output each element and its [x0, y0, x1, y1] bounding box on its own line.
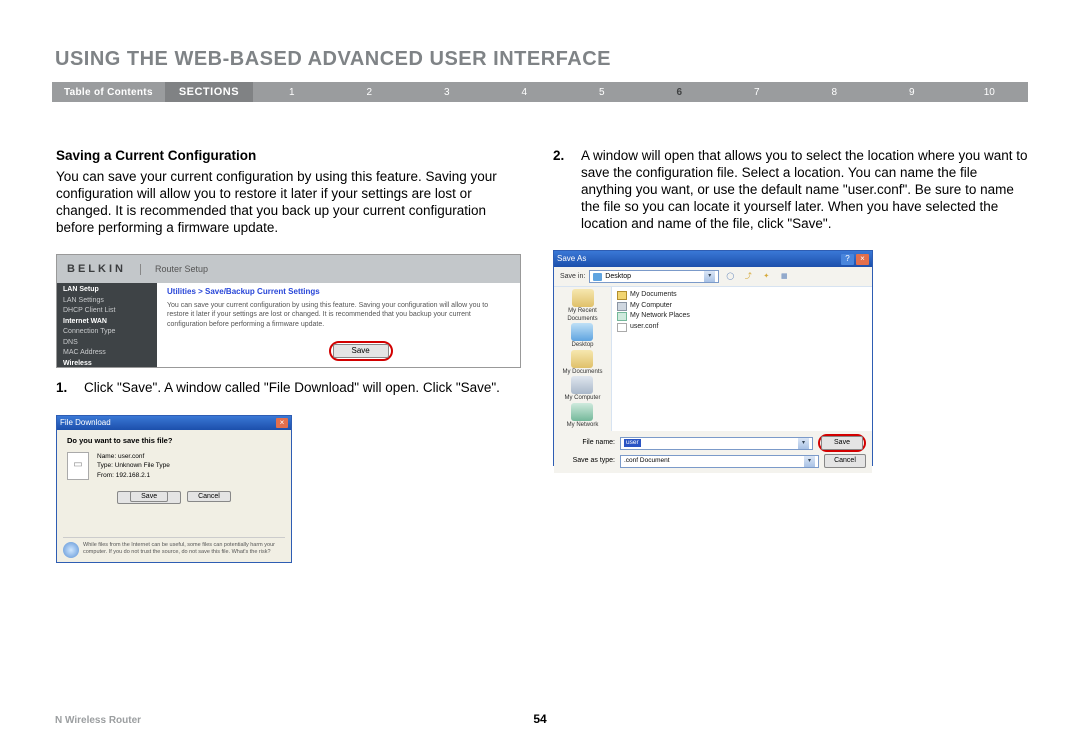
highlight-ring: Save — [117, 491, 181, 504]
file-download-warning: While files from the Internet can be use… — [83, 542, 285, 558]
chevron-down-icon[interactable]: ▾ — [704, 271, 715, 282]
list-item[interactable]: My Computer — [617, 301, 867, 312]
sidebar-wireless[interactable]: Wireless — [63, 359, 151, 370]
highlight-ring: Save — [329, 341, 393, 361]
places-bar: My Recent Documents Desktop My Documents… — [554, 287, 612, 431]
network-icon — [617, 312, 627, 321]
save-type-dropdown[interactable]: .conf Document▾ — [620, 455, 819, 468]
router-setup-label: Router Setup — [140, 264, 208, 275]
list-item[interactable]: My Documents — [617, 290, 867, 301]
file-download-cancel-button[interactable]: Cancel — [187, 491, 231, 502]
place-recent-documents[interactable]: My Recent Documents — [554, 289, 611, 323]
figure-file-download-dialog: File Download × Do you want to save this… — [56, 415, 292, 563]
section-navbar: Table of Contents SECTIONS 1 2 3 4 5 6 7… — [52, 82, 1028, 102]
page-number: 54 — [533, 712, 546, 726]
sidebar-lan-settings[interactable]: LAN Settings — [63, 296, 151, 307]
step-2-text: A window will open that allows you to se… — [581, 148, 1028, 232]
sidebar-lan-setup[interactable]: LAN Setup — [63, 285, 151, 296]
belkin-logo: BELKIN — [67, 263, 126, 277]
place-my-computer[interactable]: My Computer — [564, 376, 600, 403]
save-as-title: Save As — [557, 254, 586, 264]
footer-product-name: N Wireless Router — [55, 715, 141, 726]
nav-section-3[interactable]: 3 — [408, 87, 486, 98]
nav-section-5[interactable]: 5 — [563, 87, 641, 98]
save-in-label: Save in: — [560, 273, 585, 282]
save-type-label: Save as type: — [560, 457, 615, 466]
step-1-number: 1. — [56, 380, 84, 397]
folder-icon — [617, 291, 627, 300]
nav-section-8[interactable]: 8 — [796, 87, 874, 98]
intro-paragraph: You can save your current configuration … — [56, 169, 521, 237]
chevron-down-icon[interactable]: ▾ — [798, 438, 809, 449]
file-name-input[interactable]: user▾ — [620, 437, 813, 450]
nav-section-1[interactable]: 1 — [253, 87, 331, 98]
sidebar-mac-address[interactable]: MAC Address — [63, 348, 151, 359]
place-desktop[interactable]: Desktop — [571, 323, 593, 350]
sidebar-connection-type[interactable]: Connection Type — [63, 327, 151, 338]
up-folder-icon[interactable]: ⤴ — [741, 270, 755, 284]
nav-section-2[interactable]: 2 — [331, 87, 409, 98]
router-sidebar: LAN Setup LAN Settings DHCP Client List … — [57, 283, 157, 367]
place-my-documents[interactable]: My Documents — [562, 350, 602, 377]
figure-save-as-dialog: Save As ? × Save in: Desktop ▾ ◯ ⤴ ✦ ▦ M… — [553, 250, 873, 466]
subheading: Saving a Current Configuration — [56, 148, 521, 165]
new-folder-icon[interactable]: ✦ — [759, 270, 773, 284]
computer-icon — [617, 302, 627, 311]
place-my-network[interactable]: My Network — [567, 403, 599, 430]
close-icon[interactable]: × — [856, 254, 869, 265]
save-as-save-button[interactable]: Save — [821, 436, 863, 450]
close-icon[interactable]: × — [276, 418, 288, 428]
back-icon[interactable]: ◯ — [723, 270, 737, 284]
sidebar-internet-wan[interactable]: Internet WAN — [63, 317, 151, 328]
file-download-name: Name: user.conf — [97, 452, 170, 462]
help-icon[interactable]: ? — [841, 254, 854, 265]
nav-section-6[interactable]: 6 — [641, 87, 719, 98]
list-item[interactable]: user.conf — [617, 322, 867, 333]
sidebar-dns[interactable]: DNS — [63, 338, 151, 349]
file-download-save-button[interactable]: Save — [130, 491, 168, 502]
nav-section-9[interactable]: 9 — [873, 87, 951, 98]
nav-sections-label: SECTIONS — [165, 82, 253, 102]
file-download-question: Do you want to save this file? — [67, 436, 281, 445]
nav-section-7[interactable]: 7 — [718, 87, 796, 98]
file-icon — [617, 323, 627, 332]
list-item[interactable]: My Network Places — [617, 311, 867, 322]
file-icon: ▭ — [67, 452, 89, 480]
router-breadcrumb[interactable]: Utilities > Save/Backup Current Settings — [167, 287, 510, 297]
page-title: USING THE WEB-BASED ADVANCED USER INTERF… — [55, 48, 611, 71]
chevron-down-icon[interactable]: ▾ — [804, 456, 815, 467]
file-name-label: File name: — [560, 439, 615, 448]
file-download-from: From: 192.168.2.1 — [97, 471, 170, 481]
file-list[interactable]: My Documents My Computer My Network Plac… — [612, 287, 872, 431]
step-2-number: 2. — [553, 148, 581, 232]
router-save-button[interactable]: Save — [333, 344, 389, 358]
highlight-ring: Save — [818, 434, 866, 452]
file-download-title: File Download — [60, 418, 111, 428]
step-1-text: Click "Save". A window called "File Down… — [84, 380, 521, 397]
nav-section-4[interactable]: 4 — [486, 87, 564, 98]
file-download-type: Type: Unknown File Type — [97, 461, 170, 471]
nav-section-10[interactable]: 10 — [951, 87, 1029, 98]
desktop-icon — [593, 273, 602, 281]
views-icon[interactable]: ▦ — [777, 270, 791, 284]
shield-icon — [63, 542, 79, 558]
sidebar-dhcp[interactable]: DHCP Client List — [63, 306, 151, 317]
router-description: You can save your current configuration … — [167, 301, 510, 328]
nav-toc-link[interactable]: Table of Contents — [52, 87, 165, 98]
figure-router-setup: BELKIN Router Setup LAN Setup LAN Settin… — [56, 254, 521, 368]
save-as-cancel-button[interactable]: Cancel — [824, 454, 866, 468]
save-in-dropdown[interactable]: Desktop ▾ — [589, 270, 719, 283]
